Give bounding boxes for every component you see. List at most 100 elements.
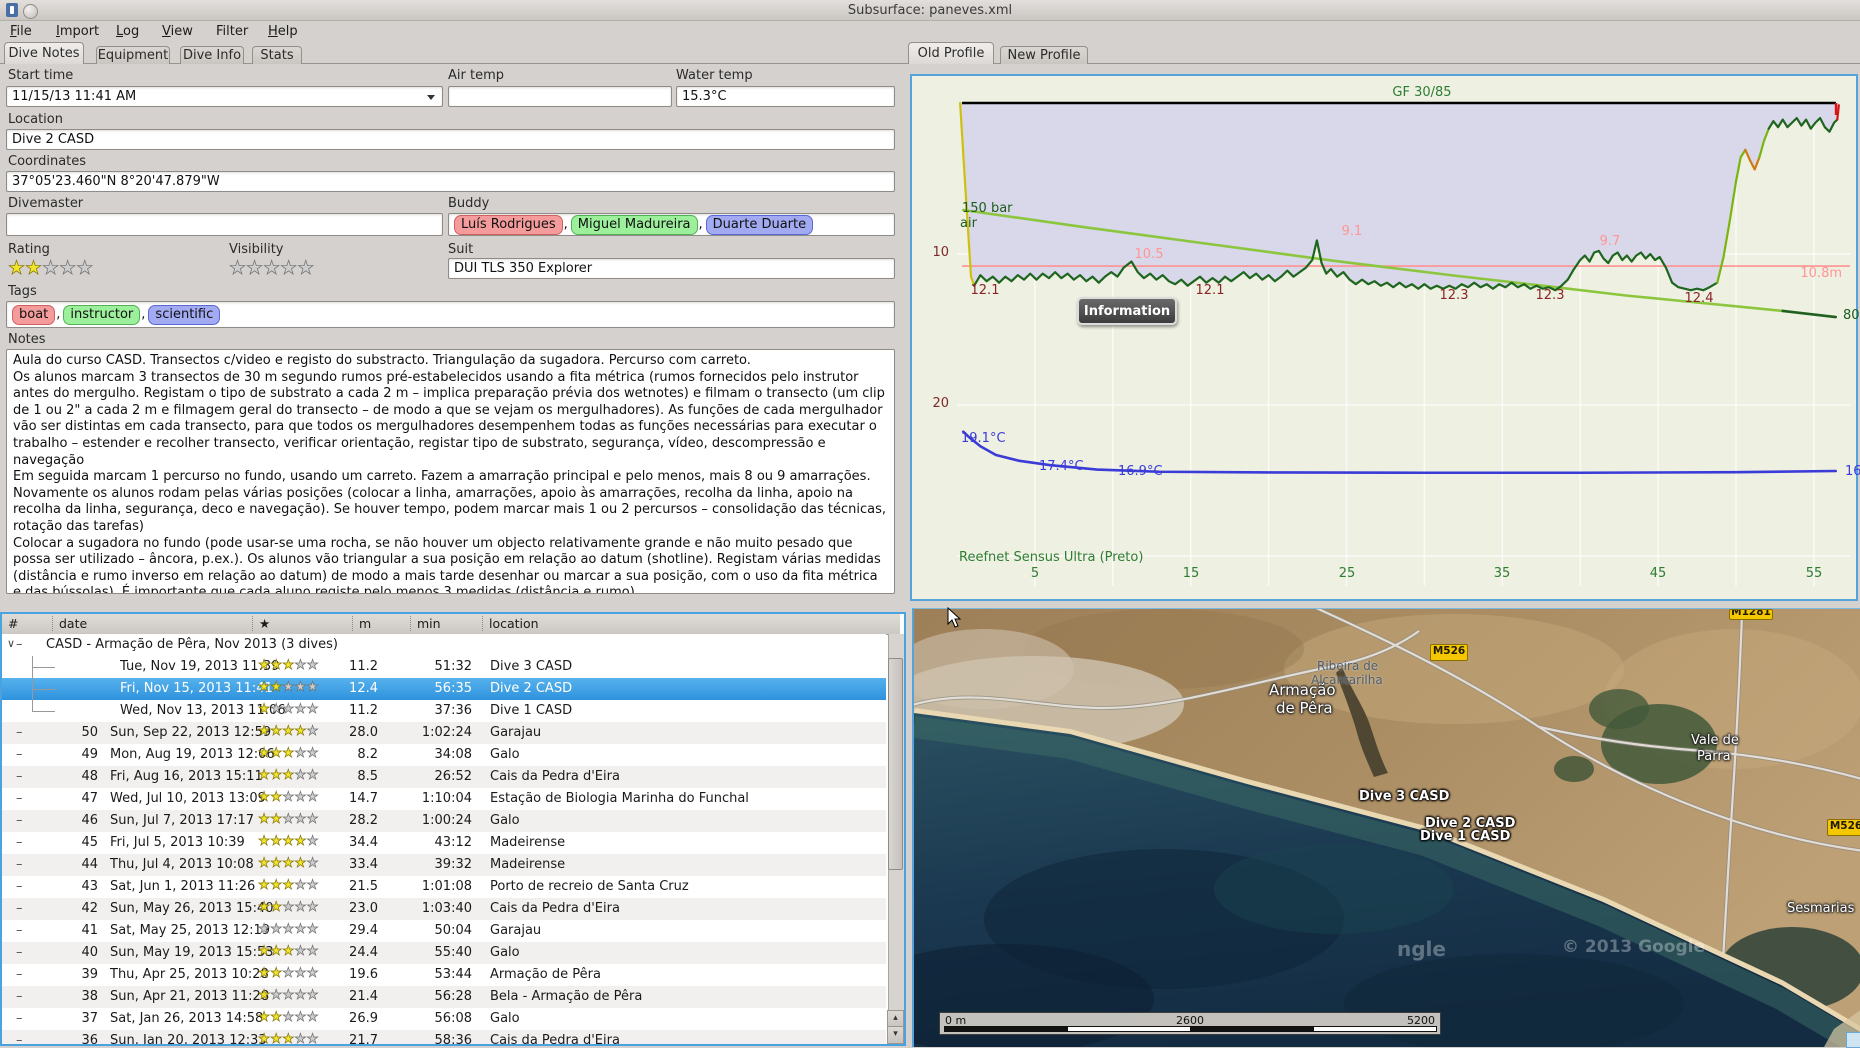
dive-duration-cell: 55:40 bbox=[434, 945, 472, 960]
buddy-tag[interactable]: Duarte Duarte bbox=[705, 214, 814, 235]
dive-duration-cell: 51:32 bbox=[434, 659, 472, 674]
scrollbar-thumb[interactable] bbox=[888, 658, 903, 870]
time-tick: 5 bbox=[1030, 566, 1040, 581]
dive-row[interactable]: – 46 Sun, Jul 7, 2013 17:17 ★★★★★ 28.2 1:00:2… bbox=[2, 810, 886, 832]
water-temp-input[interactable]: 15.3°C bbox=[676, 86, 895, 107]
dive-list-scrollbar[interactable] bbox=[888, 634, 904, 1044]
col-header-location[interactable]: location bbox=[482, 616, 539, 631]
dive-computer-label: Reefnet Sensus Ultra (Preto) bbox=[959, 550, 1144, 565]
dive-row[interactable]: – 49 Mon, Aug 19, 2013 12:06 ★★★★★ 8.2 34:08 G… bbox=[2, 744, 886, 766]
dive-row[interactable]: – 37 Sat, Jan 26, 2013 14:58 ★★★★★ 26.9 56:08… bbox=[2, 1008, 886, 1030]
dive-row[interactable]: – 40 Sun, May 19, 2013 15:53 ★★★★★ 24.4 55:40… bbox=[2, 942, 886, 964]
start-time-input[interactable]: 11/15/13 11:41 AM bbox=[6, 86, 443, 107]
tree-line: – bbox=[16, 835, 23, 850]
copyright-watermark: © 2013 Google bbox=[1562, 937, 1705, 957]
air-temp-input[interactable] bbox=[448, 86, 672, 107]
menu-log[interactable]: Log bbox=[112, 23, 143, 40]
divemaster-input[interactable] bbox=[6, 213, 443, 236]
star-rating: ★★★★★ bbox=[258, 789, 319, 805]
dive-site-marker-3[interactable]: Dive 3 CASD bbox=[1359, 789, 1449, 804]
dive-location-cell: Estação de Biologia Marinha do Funchal bbox=[490, 791, 749, 806]
dive-row[interactable]: – 44 Thu, Jul 4, 2013 10:08 ★★★★★ 33.4 39:32 M… bbox=[2, 854, 886, 876]
window-title: Subsurface: paneves.xml bbox=[847, 3, 1013, 18]
suit-label: Suit bbox=[448, 242, 474, 257]
menu-filter[interactable]: Filter bbox=[212, 23, 252, 40]
scroll-down-button[interactable]: ▾ bbox=[887, 1026, 904, 1044]
col-header-duration[interactable]: min bbox=[410, 616, 441, 631]
dive-row[interactable]: Fri, Nov 15, 2013 11:41 ★★★★★ 12.4 56:35 Div… bbox=[2, 678, 886, 700]
dive-row[interactable]: – 47 Wed, Jul 10, 2013 13:09 ★★★★★ 14.7 1:10:… bbox=[2, 788, 886, 810]
dive-row[interactable]: – 38 Sun, Apr 21, 2013 11:28 ★★★★★ 21.4 56:28… bbox=[2, 986, 886, 1008]
time-tick: 15 bbox=[1182, 566, 1200, 581]
tree-line: – bbox=[16, 901, 23, 916]
dive-date-cell: Sun, Jan 20, 2013 12:33 bbox=[110, 1033, 267, 1046]
menu-help[interactable]: Help bbox=[264, 23, 302, 40]
dive-date-cell: Sun, May 19, 2013 15:53 bbox=[110, 945, 274, 960]
tag-pill[interactable]: instructor bbox=[63, 304, 141, 325]
dive-date-cell: Thu, Apr 25, 2013 10:28 bbox=[110, 967, 269, 982]
dive-row[interactable]: – 50 Sun, Sep 22, 2013 12:59 ★★★★★ 28.0 1:02:… bbox=[2, 722, 886, 744]
dive-date-cell: Sun, Apr 21, 2013 11:28 bbox=[110, 989, 270, 1004]
dive-location-cell: Garajau bbox=[490, 725, 542, 740]
dive-location-cell: Cais da Pedra d'Eira bbox=[490, 1033, 620, 1046]
dive-row[interactable]: – 36 Sun, Jan 20, 2013 12:33 ★★★★★ 21.7 58:36… bbox=[2, 1030, 886, 1046]
dive-depth-cell: 28.2 bbox=[349, 813, 378, 828]
col-header-date[interactable]: date bbox=[52, 616, 87, 631]
star-rating: ★★★★★ bbox=[258, 855, 319, 871]
col-header-depth[interactable]: m bbox=[352, 616, 371, 631]
dive-row[interactable]: – 42 Sun, May 26, 2013 15:40 ★★★★★ 23.0 1:03:… bbox=[2, 898, 886, 920]
dive-row[interactable]: – 43 Sat, Jun 1, 2013 11:26 ★★★★★ 21.5 1:01:0… bbox=[2, 876, 886, 898]
tree-line bbox=[32, 667, 55, 678]
buddy-tag[interactable]: Luís Rodrigues bbox=[454, 214, 563, 235]
star-rating: ★★★★★ bbox=[258, 701, 319, 717]
trip-row[interactable]: ∨ – CASD - Armação de Pêra, Nov 2013 (3 … bbox=[2, 634, 886, 656]
dive-duration-cell: 1:01:08 bbox=[421, 879, 472, 894]
dive-row[interactable]: – 48 Fri, Aug 16, 2013 15:11 ★★★★★ 8.5 26:52 C… bbox=[2, 766, 886, 788]
dive-duration-cell: 1:03:40 bbox=[421, 901, 472, 916]
rating-stars[interactable]: ★★★★★ bbox=[8, 258, 94, 278]
dive-number-cell: 41 bbox=[81, 923, 98, 938]
information-tooltip[interactable]: Information bbox=[1077, 297, 1177, 325]
dive-duration-cell: 56:08 bbox=[434, 1011, 472, 1026]
dive-row[interactable]: – 45 Fri, Jul 5, 2013 10:39 ★★★★★ 34.4 43:12 M… bbox=[2, 832, 886, 854]
tab-new-profile[interactable]: New Profile bbox=[1000, 46, 1088, 64]
tab-dive-info[interactable]: Dive Info bbox=[180, 46, 244, 64]
location-input[interactable]: Dive 2 CASD bbox=[6, 129, 895, 150]
coordinates-input[interactable]: 37°05'23.460"N 8°20'47.879"W bbox=[6, 171, 895, 192]
trip-expander-icon[interactable]: ∨ bbox=[7, 637, 15, 650]
dive-site-marker-1[interactable]: Dive 1 CASD bbox=[1420, 829, 1510, 844]
tag-pill[interactable]: scientific bbox=[148, 304, 221, 325]
tab-old-profile[interactable]: Old Profile bbox=[908, 42, 994, 64]
visibility-stars[interactable]: ★★★★★ bbox=[229, 258, 315, 278]
tags-input[interactable]: boat, instructor, scientific bbox=[6, 301, 895, 328]
tab-dive-notes[interactable]: Dive Notes bbox=[4, 42, 84, 64]
map-vale-label-line2: Parra bbox=[1697, 749, 1731, 764]
col-header-num[interactable]: # bbox=[8, 616, 18, 631]
notes-textarea[interactable]: Aula do curso CASD. Transectos c/video e… bbox=[6, 349, 895, 594]
menu-file[interactable]: File bbox=[6, 23, 36, 40]
buddy-tag[interactable]: Miguel Madureira bbox=[570, 214, 698, 235]
dive-list-header[interactable]: # date ★ m min location bbox=[2, 614, 900, 635]
dive-depth-cell: 19.6 bbox=[349, 967, 378, 982]
suit-input[interactable]: DUI TLS 350 Explorer bbox=[448, 258, 895, 279]
buddy-input[interactable]: Luís Rodrigues, Miguel Madureira, Duarte D… bbox=[448, 213, 895, 236]
dive-row[interactable]: – 39 Thu, Apr 25, 2013 10:28 ★★★★★ 19.6 53:44… bbox=[2, 964, 886, 986]
water-temp-label: Water temp bbox=[676, 68, 753, 83]
menu-import[interactable]: Import bbox=[52, 23, 103, 40]
dive-duration-cell: 53:44 bbox=[434, 967, 472, 982]
tag-pill[interactable]: boat bbox=[12, 304, 56, 325]
dive-list-panel[interactable]: # date ★ m min location ∨ – CASD - Armaç… bbox=[0, 612, 906, 1046]
dive-row[interactable]: – 41 Sat, May 25, 2013 12:19 ★★★★★ 29.4 50:04… bbox=[2, 920, 886, 942]
window-titlebar[interactable]: Subsurface: paneves.xml bbox=[0, 0, 1860, 21]
star-rating: ★★★★★ bbox=[258, 745, 319, 761]
dive-row[interactable]: Wed, Nov 13, 2013 11:06 ★★★★★ 11.2 37:36 Div… bbox=[2, 700, 886, 722]
dive-profile-panel[interactable] bbox=[910, 74, 1858, 601]
map-panel[interactable]: Armação de Pêra Ribeira de Alcantarilha … bbox=[912, 608, 1860, 1047]
tab-equipment[interactable]: Equipment bbox=[96, 46, 170, 64]
dive-row[interactable]: Tue, Nov 19, 2013 11:39 ★★★★★ 11.2 51:32 Div… bbox=[2, 656, 886, 678]
chevron-down-icon[interactable] bbox=[427, 95, 435, 100]
menu-view[interactable]: View bbox=[158, 23, 197, 40]
dive-depth-cell: 11.2 bbox=[349, 703, 378, 718]
col-header-stars[interactable]: ★ bbox=[252, 616, 270, 631]
tab-stats[interactable]: Stats bbox=[252, 46, 302, 64]
